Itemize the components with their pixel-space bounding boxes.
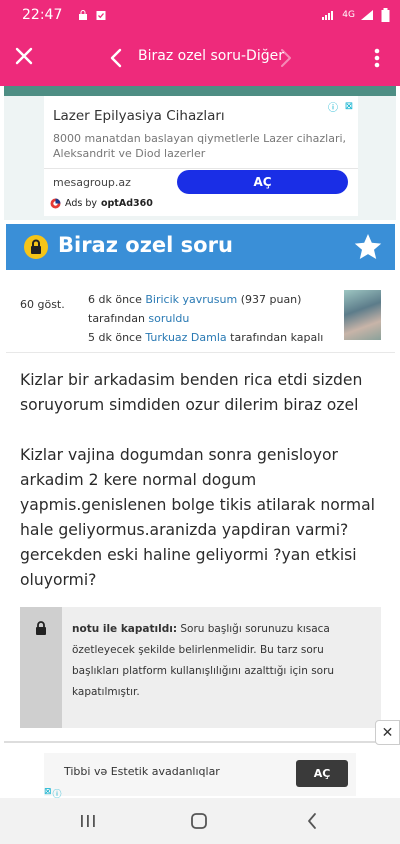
bottom-ad-text[interactable]: Tibbi və Estetik avadanlıqlar xyxy=(64,765,220,778)
chevron-left-icon[interactable] xyxy=(106,46,126,70)
question-paragraph-2: Kizlar vajina dogumdan sonra genisloyor … xyxy=(20,446,375,589)
ads-by-brand: optAd360 xyxy=(100,198,153,209)
bottom-ad-inner[interactable]: Tibbi və Estetik avadanlıqlar AÇ ⊠ ⓘ xyxy=(44,753,356,800)
asked-by-line: tarafından soruldu xyxy=(88,309,343,328)
more-vertical-icon[interactable] xyxy=(370,46,384,70)
closer-link[interactable]: Turkuaz Damla xyxy=(145,331,226,344)
closed-note: notu ile kapatıldı: Soru başlığı sorunuz… xyxy=(20,607,381,728)
top-ad[interactable]: ⓘ ⊠ Lazer Epilyasiya Cihazları 8000 mana… xyxy=(44,96,358,216)
ad-domain: mesagroup.az xyxy=(53,176,131,189)
ad-attribution[interactable]: Ads by optAd360 xyxy=(50,198,153,209)
ad-divider xyxy=(44,168,358,169)
question-paragraph-1: Kizlar bir arkadasim benden rica etdi si… xyxy=(20,371,363,414)
star-icon[interactable] xyxy=(353,232,383,262)
view-count: 60 göst. xyxy=(20,298,65,311)
signal-icon xyxy=(322,11,334,20)
battery-icon xyxy=(381,8,390,22)
signal-strength-icon xyxy=(361,10,373,20)
asked-time: 6 dk önce xyxy=(88,293,142,306)
ad-description: 8000 manatdan baslayan qiymetlerle Lazer… xyxy=(53,132,347,160)
app-title: Biraz ozel soru-Diğer xyxy=(138,48,284,64)
lock-icon xyxy=(24,235,48,259)
content-divider xyxy=(4,741,400,743)
asked-line: 6 dk önce Biricik yavrusum (937 puan) xyxy=(88,290,343,309)
question-header: Biraz ozel soru xyxy=(6,224,395,270)
status-right-group: 4G xyxy=(322,8,390,22)
closed-line: 5 dk önce Turkuaz Damla tarafından kapal… xyxy=(88,328,343,347)
closed-note-text: notu ile kapatıldı: Soru başlığı sorunuz… xyxy=(72,619,372,703)
ad-info-icon[interactable]: ⓘ xyxy=(326,99,340,114)
top-accent-bar xyxy=(4,86,396,96)
asker-points: (937 puan) xyxy=(240,293,302,306)
notification-lock-icon xyxy=(79,10,88,20)
asked-link[interactable]: soruldu xyxy=(148,312,189,325)
status-bar: 22:47 4G xyxy=(0,0,400,30)
ad-open-button[interactable]: AÇ xyxy=(177,170,348,194)
question-body: Kizlar bir arkadasim benden rica etdi si… xyxy=(20,368,382,618)
close-icon[interactable] xyxy=(12,44,36,68)
ad-choices[interactable]: ⓘ ⊠ xyxy=(326,99,356,114)
bottom-ad[interactable]: Tibbi və Estetik avadanlıqlar AÇ ⊠ ⓘ xyxy=(0,745,400,800)
status-time: 22:47 xyxy=(22,7,63,23)
ad-close-icon[interactable]: ⊠ xyxy=(342,99,356,113)
meta-divider xyxy=(6,352,395,353)
closed-text: tarafından kapalı xyxy=(230,331,324,344)
optad-logo-icon xyxy=(50,198,61,209)
meta-lines: 6 dk önce Biricik yavrusum (937 puan) ta… xyxy=(88,290,343,347)
lock-icon xyxy=(36,621,46,635)
notification-calendar-icon xyxy=(96,11,106,20)
chevron-right-icon[interactable] xyxy=(278,46,294,70)
recents-icon[interactable] xyxy=(79,814,97,828)
ad-title[interactable]: Lazer Epilyasiya Cihazları xyxy=(53,108,225,124)
avatar[interactable] xyxy=(344,290,381,340)
home-icon[interactable] xyxy=(190,812,208,830)
app-bar: Biraz ozel soru-Diğer xyxy=(0,30,400,86)
question-title: Biraz ozel soru xyxy=(58,233,233,257)
question-meta: 60 göst. 6 dk önce Biricik yavrusum (937… xyxy=(6,272,395,352)
asked-by-text: tarafından xyxy=(88,312,145,325)
closed-note-label: notu ile kapatıldı: xyxy=(72,623,178,635)
ads-by-text: Ads by xyxy=(65,198,97,209)
bottom-ad-close-button[interactable]: ✕ xyxy=(375,720,400,745)
closed-time: 5 dk önce xyxy=(88,331,142,344)
closed-note-icon-column xyxy=(20,607,62,728)
asker-link[interactable]: Biricik yavrusum xyxy=(145,293,237,306)
network-type: 4G xyxy=(342,10,355,20)
system-nav-bar xyxy=(0,798,400,844)
bottom-ad-open-button[interactable]: AÇ xyxy=(296,760,348,787)
back-icon[interactable] xyxy=(306,812,318,830)
